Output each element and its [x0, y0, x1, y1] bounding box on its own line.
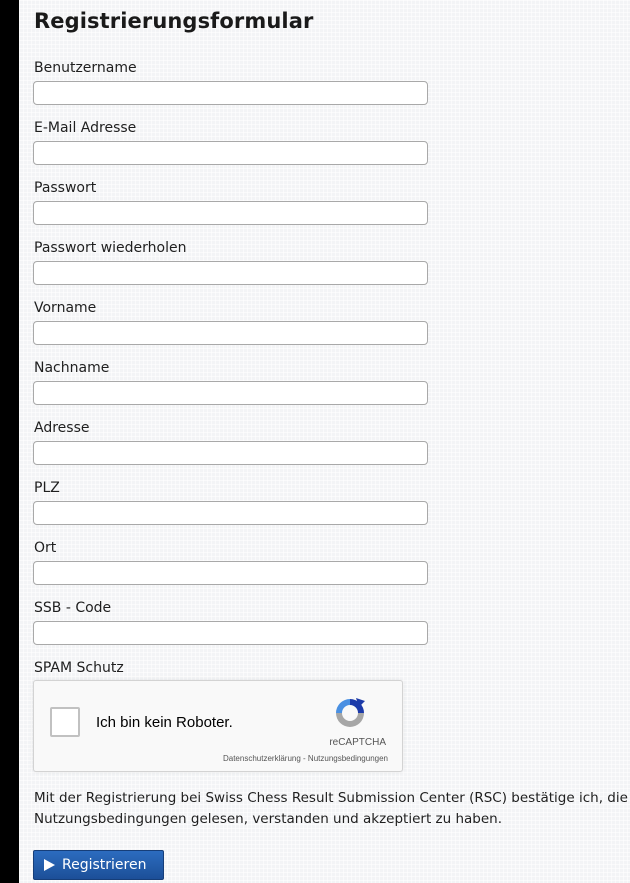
city-input[interactable] [33, 561, 428, 585]
ssb-code-label: SSB - Code [34, 600, 112, 616]
terms-link[interactable]: Nutzungsbedingungen [308, 754, 388, 763]
captcha-links: Datenschutzerklärung - Nutzungsbedingung… [223, 754, 388, 763]
last-name-label: Nachname [34, 360, 110, 376]
zip-label: PLZ [34, 480, 60, 496]
password-repeat-label: Passwort wiederholen [34, 240, 187, 256]
register-button-label: Registrieren [62, 857, 147, 873]
privacy-link[interactable]: Datenschutzerklärung [223, 754, 301, 763]
first-name-label: Vorname [34, 300, 97, 316]
username-input[interactable] [33, 81, 428, 105]
email-input[interactable] [33, 141, 428, 165]
link-separator: - [300, 754, 308, 763]
register-button[interactable]: Registrieren [33, 850, 164, 880]
captcha-checkbox-label[interactable]: Ich bin kein Roboter. [96, 714, 233, 731]
play-icon [44, 859, 55, 871]
spam-protection-label: SPAM Schutz [34, 660, 124, 676]
last-name-input[interactable] [33, 381, 428, 405]
recaptcha-widget: Ich bin kein Roboter. reCAPTCHA Datensch… [33, 680, 403, 772]
address-input[interactable] [33, 441, 428, 465]
registration-panel: Registrierungsformular Benutzername E-Ma… [19, 0, 630, 883]
terms-notice: Mit der Registrierung bei Swiss Chess Re… [34, 790, 628, 827]
password-label: Passwort [34, 180, 97, 196]
email-label: E-Mail Adresse [34, 120, 137, 136]
password-input[interactable] [33, 201, 428, 225]
recaptcha-brand: reCAPTCHA [329, 737, 386, 748]
address-label: Adresse [34, 420, 90, 436]
zip-input[interactable] [33, 501, 428, 525]
captcha-checkbox[interactable] [50, 707, 80, 737]
recaptcha-logo-icon [336, 698, 365, 727]
page-title: Registrierungsformular [34, 9, 314, 33]
city-label: Ort [34, 540, 57, 556]
ssb-code-input[interactable] [33, 621, 428, 645]
first-name-input[interactable] [33, 321, 428, 345]
password-repeat-input[interactable] [33, 261, 428, 285]
username-label: Benutzername [34, 60, 137, 76]
